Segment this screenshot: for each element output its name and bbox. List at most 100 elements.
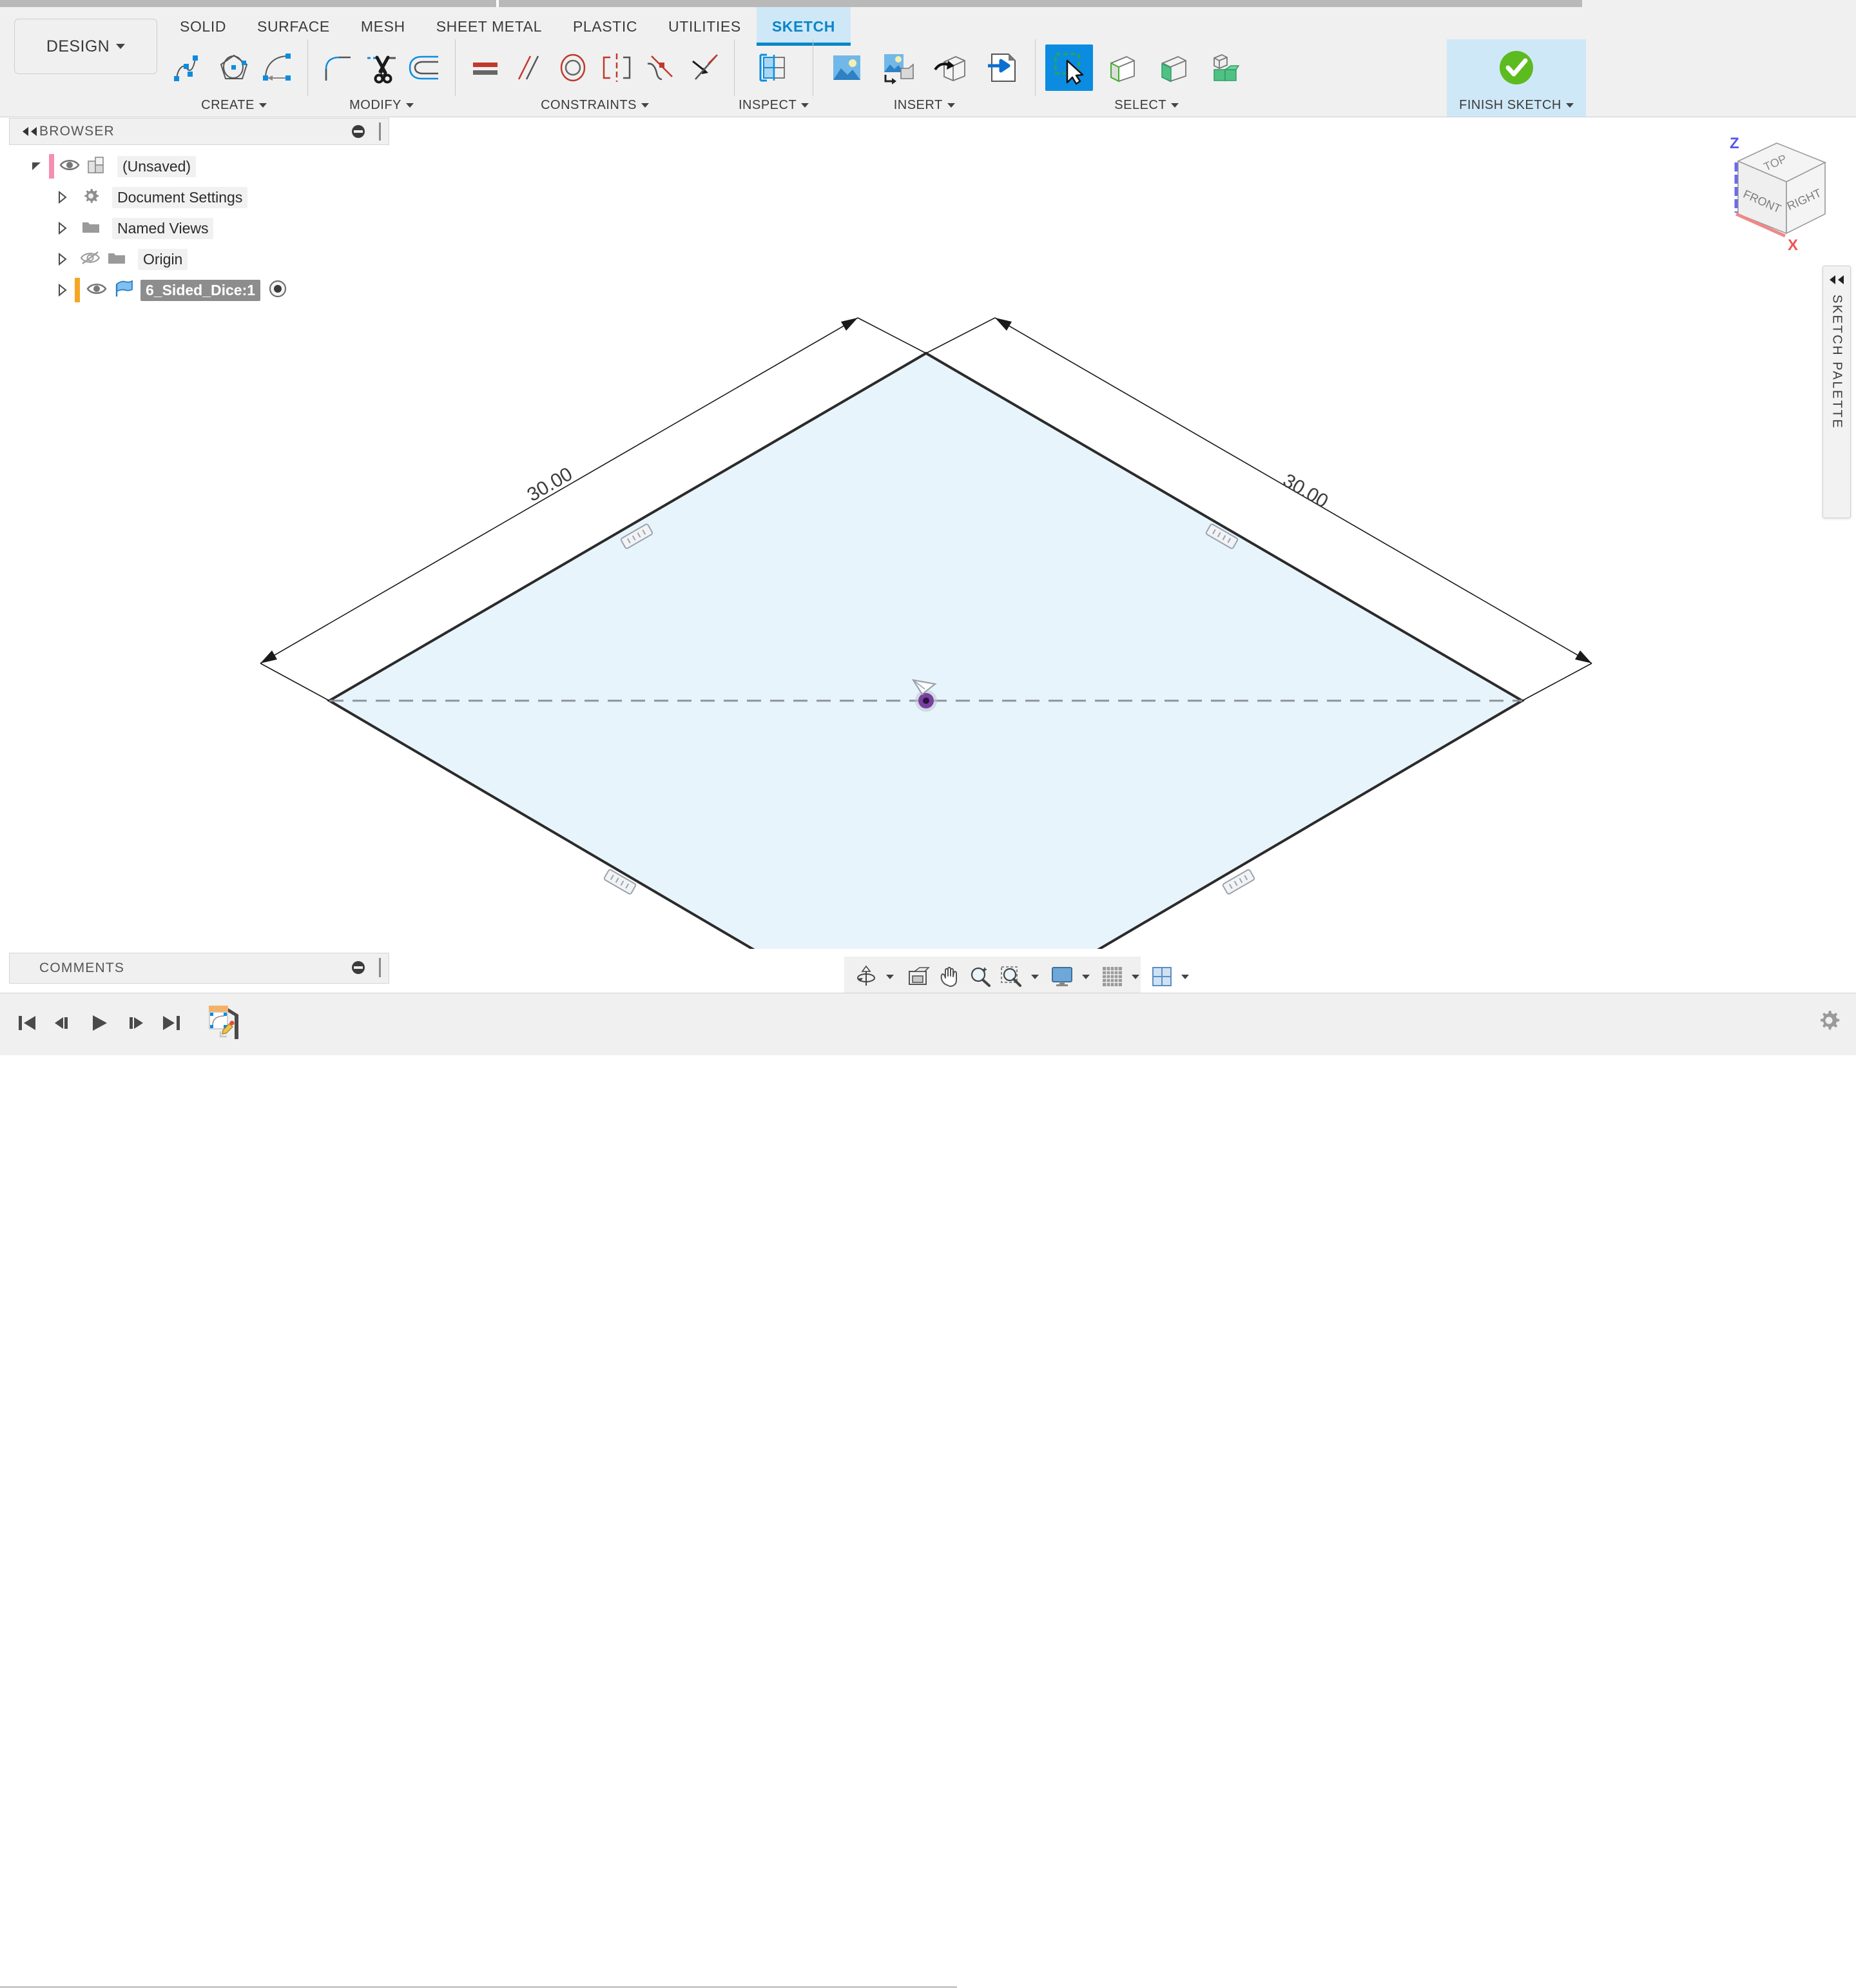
panel-select-label[interactable]: SELECT — [1114, 96, 1179, 114]
polygon-icon[interactable] — [214, 44, 254, 91]
tree-item-6-sided-dice[interactable]: 6_Sided_Dice:1 — [9, 275, 388, 306]
comments-header[interactable]: COMMENTS — [9, 953, 389, 984]
tree-item-unsaved[interactable]: (Unsaved) — [9, 151, 388, 182]
parallel-constraint-icon[interactable] — [509, 44, 549, 91]
panel-insert-label[interactable]: INSERT — [894, 96, 955, 114]
tree-item-origin[interactable]: Origin — [9, 244, 388, 275]
measure-icon[interactable] — [750, 44, 798, 91]
insert-mcmaster-icon[interactable] — [926, 44, 974, 91]
visibility-eye-icon[interactable] — [59, 157, 80, 176]
fillet-icon[interactable] — [318, 44, 358, 91]
expand-triangle-icon[interactable] — [55, 283, 72, 297]
chevron-down-icon — [1565, 102, 1574, 108]
timeline-feature-sketch[interactable] — [201, 1004, 247, 1042]
minimize-icon[interactable] — [351, 960, 365, 975]
panel-create-label[interactable]: CREATE — [201, 96, 267, 114]
skip-to-end-button[interactable] — [153, 1004, 189, 1042]
green-check-icon — [1493, 44, 1540, 91]
offset-icon[interactable] — [405, 44, 445, 91]
step-back-button[interactable] — [45, 1004, 81, 1042]
tree-item-label: Document Settings — [112, 186, 248, 208]
gear-icon — [81, 186, 101, 209]
workspace-switcher[interactable]: DESIGN — [14, 19, 157, 74]
curvature-constraint-icon[interactable] — [641, 44, 681, 91]
comments-title: COMMENTS — [39, 960, 125, 975]
midpoint-constraint-icon[interactable] — [684, 44, 724, 91]
select-window-icon[interactable] — [1045, 44, 1094, 91]
finish-sketch-button[interactable]: FINISH SKETCH — [1447, 39, 1586, 117]
zoom-icon[interactable] — [965, 959, 996, 995]
collapse-left-icon[interactable] — [20, 126, 39, 137]
look-at-icon[interactable] — [903, 959, 934, 995]
spline-icon[interactable] — [170, 44, 210, 91]
chevron-down-icon[interactable] — [886, 974, 894, 979]
tangent-constraint-icon[interactable] — [553, 44, 593, 91]
panel-create: CREATE — [164, 39, 304, 115]
panel-create-row — [164, 39, 304, 96]
chevron-down-icon[interactable] — [1082, 974, 1090, 979]
decal-icon[interactable] — [875, 44, 922, 91]
expand-triangle-icon[interactable] — [55, 221, 72, 235]
viewports-icon[interactable] — [1147, 959, 1177, 995]
timeline-playback-controls — [9, 1004, 247, 1042]
panel-select-row — [1039, 39, 1253, 96]
play-button[interactable] — [81, 1004, 117, 1042]
symmetry-constraint-icon[interactable] — [597, 44, 637, 91]
tab-label: SOLID — [180, 17, 227, 35]
view-cube-x-axis-label: X — [1788, 237, 1798, 254]
expand-triangle-icon[interactable] — [55, 252, 72, 266]
panel-label-text: INSERT — [893, 98, 943, 112]
step-forward-button[interactable] — [117, 1004, 153, 1042]
horizontal-vertical-constraint-icon[interactable] — [465, 44, 505, 91]
top-strip-right — [1582, 0, 1856, 7]
display-settings-icon[interactable] — [1047, 959, 1078, 995]
select-priority-icon[interactable] — [1200, 44, 1248, 91]
panel-label-text: CONSTRAINTS — [541, 98, 637, 112]
sketch-palette-tab[interactable]: SKETCH PALETTE — [1822, 266, 1851, 518]
select-body-icon[interactable] — [1097, 44, 1145, 91]
browser-header: BROWSER — [9, 118, 389, 145]
insert-canvas-icon[interactable] — [823, 44, 871, 91]
orbit-icon[interactable] — [851, 959, 882, 995]
skip-to-start-button[interactable] — [9, 1004, 45, 1042]
collapse-right-icon[interactable] — [1828, 274, 1845, 286]
trim-icon[interactable] — [362, 44, 401, 91]
grid-snap-icon[interactable] — [1097, 959, 1127, 995]
timeline-bar — [0, 993, 1856, 1988]
tree-item-document-settings[interactable]: Document Settings — [9, 182, 388, 213]
folder-icon — [107, 249, 126, 269]
chevron-down-icon[interactable] — [1132, 974, 1139, 979]
ribbon: DESIGN SOLID SURFACE MESH SHEET METAL PL… — [0, 7, 1856, 117]
tree-item-label: (Unsaved) — [117, 155, 197, 177]
panel-modify-row — [312, 39, 451, 96]
chevron-down-icon[interactable] — [1031, 974, 1039, 979]
visibility-eye-off-icon[interactable] — [80, 250, 101, 269]
arc-icon[interactable] — [258, 44, 298, 91]
expand-triangle-icon[interactable] — [30, 159, 46, 173]
panel-resize-handle[interactable] — [379, 958, 381, 977]
panel-resize-handle[interactable] — [379, 122, 381, 141]
dimension-value-right: 30.00 — [1279, 470, 1332, 512]
panel-inspect-label[interactable]: INSPECT — [739, 96, 809, 114]
workspace-label: DESIGN — [46, 37, 110, 55]
pan-icon[interactable] — [934, 959, 965, 995]
finish-sketch-label[interactable]: FINISH SKETCH — [1459, 96, 1574, 114]
panel-label-text: SELECT — [1114, 98, 1167, 112]
gear-icon[interactable] — [1816, 1008, 1842, 1033]
panel-divider — [455, 39, 456, 96]
expand-triangle-icon[interactable] — [55, 190, 72, 204]
navigation-bar — [844, 957, 1189, 997]
chevron-down-icon[interactable] — [1181, 974, 1189, 979]
panel-modify-label[interactable]: MODIFY — [349, 96, 414, 114]
top-strip-divider — [496, 0, 499, 7]
insert-derive-icon[interactable] — [978, 44, 1025, 91]
zoom-window-icon[interactable] — [996, 959, 1027, 995]
panel-constraints-label[interactable]: CONSTRAINTS — [541, 96, 649, 114]
select-paint-icon[interactable] — [1148, 44, 1196, 91]
minimize-icon[interactable] — [351, 124, 365, 139]
visibility-eye-icon[interactable] — [86, 281, 107, 300]
tab-label: PLASTIC — [572, 17, 638, 35]
tree-item-named-views[interactable]: Named Views — [9, 213, 388, 244]
radio-icon[interactable] — [268, 279, 287, 302]
top-strip-left — [0, 0, 1582, 7]
